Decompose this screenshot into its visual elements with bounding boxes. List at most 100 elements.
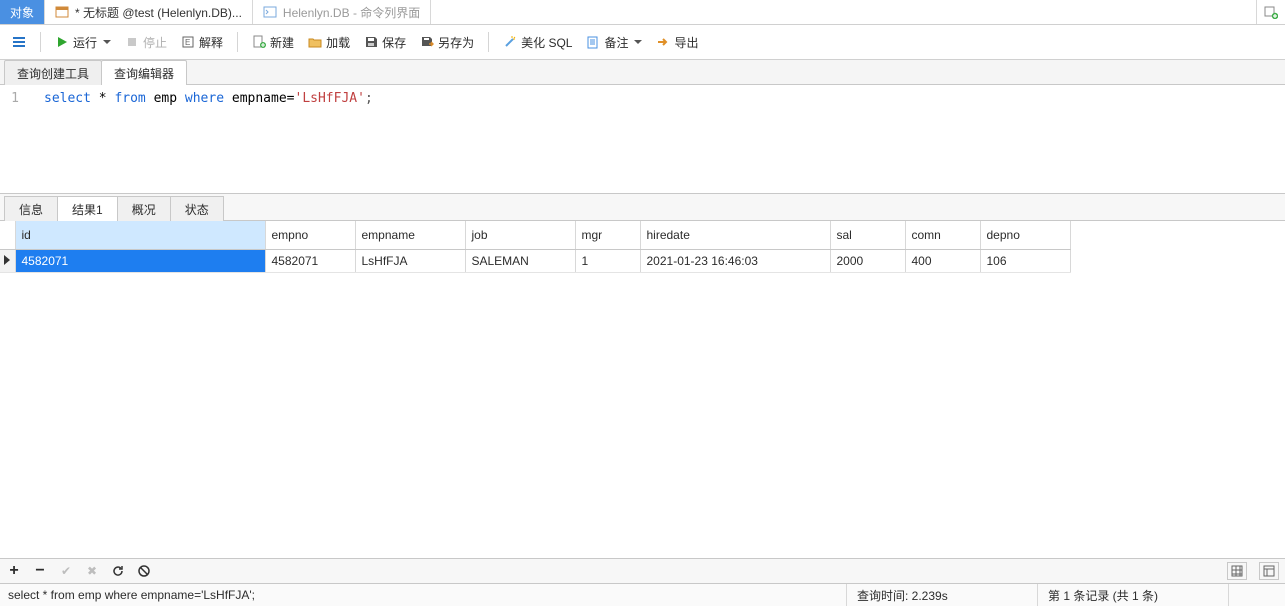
cell-empname[interactable]: LsHfFJA [355,250,465,273]
cell-hiredate-val: 2021-01-23 16:46:03 [647,254,758,268]
stop-button: 停止 [119,31,173,54]
col-comn[interactable]: comn [905,221,980,250]
saveas-button[interactable]: 另存为 [414,31,480,54]
delete-row-button[interactable]: − [32,563,48,579]
result-grid-wrap[interactable]: id empno empname job mgr hiredate sal co… [0,221,1285,558]
sql-semi: ; [365,91,373,106]
cell-depno[interactable]: 106 [980,250,1070,273]
cell-id-val: 4582071 [22,254,69,268]
tab-untitled-query[interactable]: * 无标题 @test (Helenlyn.DB)... [45,0,253,24]
run-button[interactable]: 运行 [49,31,117,54]
new-label: 新建 [270,34,294,51]
editor-tabbar: 查询创建工具 查询编辑器 [0,60,1285,85]
row-indicator[interactable] [0,250,15,273]
col-mgr[interactable]: mgr [575,221,640,250]
load-button[interactable]: 加载 [302,31,356,54]
query-tab-icon [55,5,69,19]
saveas-icon [420,35,434,49]
tab-status[interactable]: 状态 [170,196,224,221]
saveas-label: 另存为 [438,34,474,51]
cell-sal[interactable]: 2000 [830,250,905,273]
tab-cmdline-label: Helenlyn.DB - 命令列界面 [283,4,420,21]
beautify-button[interactable]: 美化 SQL [497,31,578,54]
save-button[interactable]: 保存 [358,31,412,54]
tab-result1[interactable]: 结果1 [57,196,118,221]
run-label: 运行 [73,34,97,51]
sql-col: empname= [224,91,294,106]
col-sal-label: sal [837,228,852,242]
grid-corner [0,221,15,250]
col-depno-label: depno [987,228,1020,242]
status-resize-grip [1228,584,1277,606]
stop-label: 停止 [143,34,167,51]
tab-objects[interactable]: 对象 [0,0,45,24]
result-tabbar: 信息 结果1 概况 状态 [0,193,1285,221]
tab-query-editor[interactable]: 查询编辑器 [101,60,187,85]
chevron-down-icon [634,40,642,44]
tab-status-label: 状态 [185,203,209,217]
tab-info[interactable]: 信息 [4,196,58,221]
grid-view-button[interactable] [1227,562,1247,580]
refresh-button[interactable] [110,563,126,579]
note-icon [586,35,600,49]
sql-editor[interactable]: 1 select * from emp where empname='LsHfF… [0,85,1285,193]
cell-comn-val: 400 [912,254,932,268]
sql-star: * [91,91,114,106]
col-empname[interactable]: empname [355,221,465,250]
status-sql-text: select * from emp where empname='LsHfFJA… [8,588,255,602]
col-mgr-label: mgr [582,228,603,242]
col-id[interactable]: id [15,221,265,250]
col-job[interactable]: job [465,221,575,250]
notes-button[interactable]: 备注 [580,31,648,54]
kw-where: where [185,91,224,106]
cell-empno[interactable]: 4582071 [265,250,355,273]
form-view-button[interactable] [1259,562,1279,580]
cell-empno-val: 4582071 [272,254,319,268]
cell-mgr[interactable]: 1 [575,250,640,273]
editor-code[interactable]: select * from emp where empname='LsHfFJA… [44,89,1285,109]
stop-fetch-button[interactable] [136,563,152,579]
no-entry-icon [137,564,151,578]
col-hiredate-label: hiredate [647,228,690,242]
terminal-icon [263,5,277,19]
tab-query-builder[interactable]: 查询创建工具 [4,60,102,85]
col-sal[interactable]: sal [830,221,905,250]
separator [237,32,238,52]
grid-footer-bar: + − ✔ ✖ [0,558,1285,583]
cell-job[interactable]: SALEMAN [465,250,575,273]
result-grid[interactable]: id empno empname job mgr hiredate sal co… [0,221,1071,273]
explain-button[interactable]: E 解释 [175,31,229,54]
col-id-label: id [22,228,31,242]
table-row[interactable]: 4582071 4582071 LsHfFJA SALEMAN 1 2021-0… [0,250,1070,273]
col-depno[interactable]: depno [980,221,1070,250]
notes-label: 备注 [604,34,628,51]
main-toolbar: 运行 停止 E 解释 新建 加载 保存 另存为 美化 SQL 备注 导出 [0,25,1285,60]
cell-id[interactable]: 4582071 [15,250,265,273]
status-bar: select * from emp where empname='LsHfFJA… [0,583,1285,606]
hamburger-icon [12,35,26,49]
folder-open-icon [308,35,322,49]
tab-cmdline[interactable]: Helenlyn.DB - 命令列界面 [253,0,431,24]
export-button[interactable]: 导出 [650,31,704,54]
tabstrip-spacer [431,0,1256,24]
add-row-button[interactable]: + [6,563,22,579]
col-empname-label: empname [362,228,415,242]
tab-profile[interactable]: 概况 [117,196,171,221]
new-tab-icon [1264,5,1278,19]
col-hiredate[interactable]: hiredate [640,221,830,250]
col-empno[interactable]: empno [265,221,355,250]
new-tab-button[interactable] [1256,0,1285,24]
export-label: 导出 [674,34,698,51]
cell-hiredate[interactable]: 2021-01-23 16:46:03 [640,250,830,273]
new-button[interactable]: 新建 [246,31,300,54]
status-records-text: 第 1 条记录 (共 1 条) [1048,587,1158,604]
cell-comn[interactable]: 400 [905,250,980,273]
save-icon [364,35,378,49]
apply-button: ✔ [58,563,74,579]
tab-objects-label: 对象 [10,4,34,21]
cell-job-val: SALEMAN [472,254,529,268]
main-tabstrip: 对象 * 无标题 @test (Helenlyn.DB)... Helenlyn… [0,0,1285,25]
menu-button[interactable] [6,32,32,52]
check-icon: ✔ [61,564,71,578]
explain-label: 解释 [199,34,223,51]
